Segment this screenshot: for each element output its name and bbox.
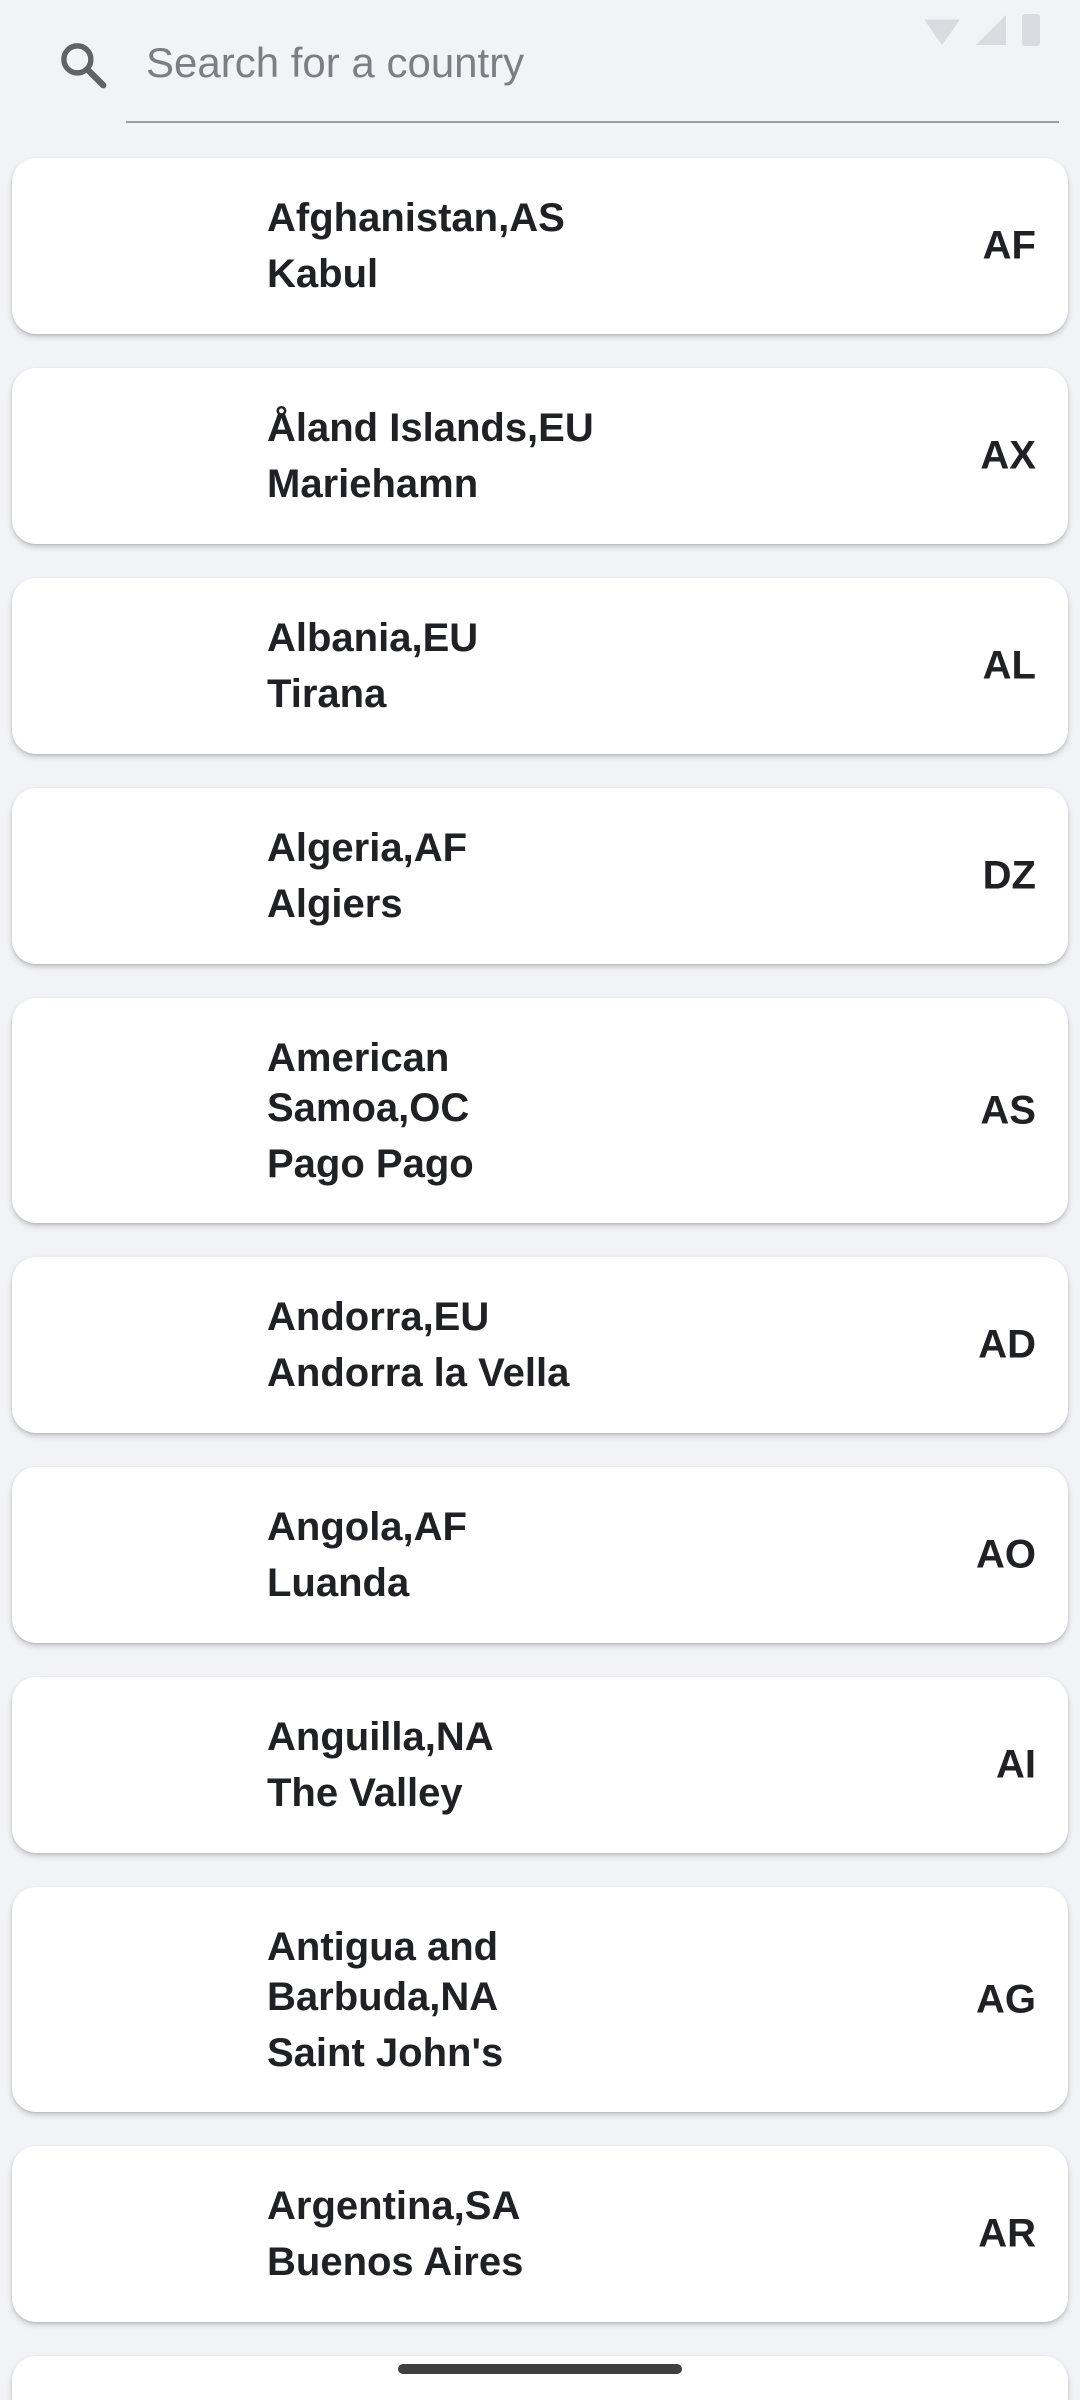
country-name: Algeria,AF <box>267 826 468 870</box>
country-name: Afghanistan,AS <box>267 196 565 240</box>
country-card-6[interactable]: Angola,AF Luanda AO <box>12 1467 1068 1643</box>
status-bar <box>0 0 1080 60</box>
country-card-1[interactable]: Åland Islands,EU Mariehamn AX <box>12 368 1068 544</box>
battery-icon <box>1022 14 1040 46</box>
country-card-7[interactable]: Anguilla,NA The Valley AI <box>12 1677 1068 1853</box>
country-name: Angola,AF <box>267 1505 467 1549</box>
country-info: Albania,EU Tirana <box>267 613 727 719</box>
country-name: Anguilla,NA <box>267 1715 494 1759</box>
country-capital: Saint John's <box>267 2030 504 2075</box>
country-code: AL <box>982 643 1036 688</box>
country-info: Anguilla,NA The Valley <box>267 1712 727 1818</box>
country-code: AO <box>976 1532 1036 1577</box>
country-info: Andorra,EU Andorra la Vella <box>267 1292 727 1398</box>
country-card-10[interactable] <box>12 2356 1068 2400</box>
country-code: AG <box>976 1977 1036 2021</box>
country-info: Argentina,SA Buenos Aires <box>267 2181 727 2287</box>
country-code: AR <box>978 2211 1036 2256</box>
country-capital: Andorra la Vella <box>267 1351 570 1395</box>
country-code: AD <box>978 1322 1036 1367</box>
country-code: AI <box>996 1742 1036 1787</box>
search-underline <box>126 121 1059 123</box>
country-card-0[interactable]: Afghanistan,AS Kabul AF <box>12 158 1068 334</box>
country-info: Antigua and Barbuda,NA Saint John's <box>267 1922 527 2078</box>
country-name: American Samoa,OC <box>267 1035 470 1130</box>
country-capital: Algiers <box>267 882 403 926</box>
country-info: American Samoa,OC Pago Pago <box>267 1033 527 1189</box>
country-capital: Kabul <box>267 252 379 296</box>
navigation-handle[interactable] <box>398 2364 682 2374</box>
country-name: Antigua and Barbuda,NA <box>267 1924 499 2019</box>
country-card-5[interactable]: Andorra,EU Andorra la Vella AD <box>12 1257 1068 1433</box>
country-card-3[interactable]: Algeria,AF Algiers DZ <box>12 788 1068 964</box>
country-code: AS <box>980 1088 1036 1132</box>
country-name: Argentina,SA <box>267 2184 521 2228</box>
signal-icon <box>976 15 1006 45</box>
country-search-screen: Afghanistan,AS Kabul AF Åland Islands,EU… <box>0 0 1080 2400</box>
country-list[interactable]: Afghanistan,AS Kabul AF Åland Islands,EU… <box>0 0 1080 2400</box>
country-code: DZ <box>982 853 1036 898</box>
country-capital: Tirana <box>267 672 387 716</box>
country-code: AX <box>980 433 1036 478</box>
country-capital: Luanda <box>267 1561 410 1605</box>
country-capital: Mariehamn <box>267 462 479 506</box>
country-capital: Pago Pago <box>267 1141 474 1186</box>
country-name: Åland Islands,EU <box>267 406 594 450</box>
wifi-icon <box>924 19 960 45</box>
country-capital: Buenos Aires <box>267 2240 524 2284</box>
country-info: Angola,AF Luanda <box>267 1502 727 1608</box>
country-name: Andorra,EU <box>267 1295 490 1339</box>
country-card-4[interactable]: American Samoa,OC Pago Pago AS <box>12 998 1068 1223</box>
country-code: AF <box>982 223 1036 268</box>
country-name: Albania,EU <box>267 616 479 660</box>
country-card-2[interactable]: Albania,EU Tirana AL <box>12 578 1068 754</box>
country-info: Algeria,AF Algiers <box>267 823 727 929</box>
country-info: Afghanistan,AS Kabul <box>267 193 727 299</box>
country-card-9[interactable]: Argentina,SA Buenos Aires AR <box>12 2146 1068 2322</box>
country-card-8[interactable]: Antigua and Barbuda,NA Saint John's AG <box>12 1887 1068 2112</box>
country-info: Åland Islands,EU Mariehamn <box>267 403 727 509</box>
country-capital: The Valley <box>267 1771 463 1815</box>
status-icons <box>924 14 1040 46</box>
